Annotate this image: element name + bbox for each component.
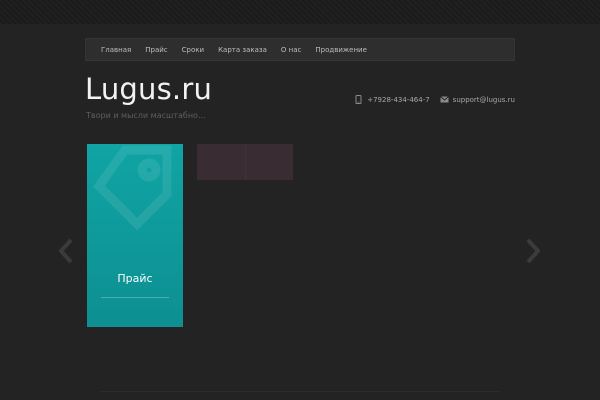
nav-item-terms[interactable]: Сроки	[179, 46, 207, 54]
slider-prev-button[interactable]	[58, 238, 73, 264]
contact-email: support@lugus.ru	[439, 95, 515, 104]
slider-card-price[interactable]: Прайс	[87, 144, 183, 327]
footer-divider	[100, 391, 500, 392]
nav-item-price[interactable]: Прайс	[142, 46, 170, 54]
top-texture-strip	[0, 0, 600, 24]
site-tagline: Твори и мысли масштабно...	[86, 111, 206, 120]
tile-divider	[245, 144, 246, 180]
tag-icon	[93, 145, 172, 231]
phone-icon	[354, 95, 363, 104]
envelope-icon	[439, 95, 449, 104]
contact-phone-text: +7928-434-464-7	[367, 95, 430, 104]
card-divider	[101, 297, 169, 298]
nav-item-about[interactable]: О нас	[278, 46, 304, 54]
nav-item-home[interactable]: Главная	[98, 46, 134, 54]
nav-item-order-map[interactable]: Карта заказа	[215, 46, 270, 54]
contact-phone: +7928-434-464-7	[354, 95, 430, 104]
site-logo[interactable]: Lugus.ru	[85, 72, 212, 106]
chevron-right-icon	[526, 238, 541, 264]
slider-card-title: Прайс	[117, 272, 153, 285]
header-contacts: +7928-434-464-7 support@lugus.ru	[354, 95, 515, 104]
contact-email-link[interactable]: support@lugus.ru	[453, 96, 515, 104]
main-nav: Главная Прайс Сроки Карта заказа О нас П…	[85, 38, 515, 61]
chevron-left-icon	[58, 238, 73, 264]
slider-card-secondary[interactable]	[197, 144, 293, 180]
slider-next-button[interactable]	[526, 238, 541, 264]
nav-item-promotion[interactable]: Продвижение	[312, 46, 370, 54]
